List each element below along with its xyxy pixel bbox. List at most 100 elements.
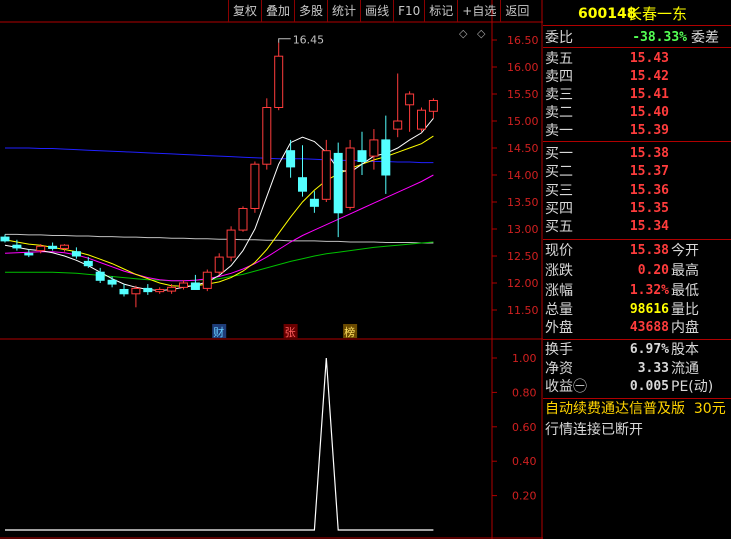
candle [71,247,81,259]
candle [298,145,307,197]
toolbar-multistock-button[interactable]: 多股 [294,0,327,22]
candle [393,73,403,138]
candle-body [286,150,296,168]
toolbar-fuquan-button[interactable]: 复权 [228,0,261,22]
quote-label: 总量 [545,302,573,318]
toolbar-back-button[interactable]: 返回 [500,0,533,22]
divider [543,47,731,48]
weibi-value: -38.33% [632,30,687,45]
candle-body [48,245,58,249]
quote-row: 现价 15.38 今开 [543,242,731,260]
candle-body [262,107,272,165]
candle [24,249,34,258]
price-tick-label: 12.00 [507,277,539,290]
expand-icon: ◇ [477,27,486,40]
chart-area[interactable]: 16.50 16.00 15.50 15.00 14.50 14.00 13.50 13.00… [0,0,543,539]
candle-body [167,286,177,292]
buy-label: 买四 [545,201,573,217]
divider [543,398,731,399]
price-axis: 16.50 16.00 15.50 15.00 14.50 14.00 13.50 13.00… [492,34,539,317]
buy-label: 买五 [545,219,573,235]
toolbar-add-watchlist-button[interactable]: +自选 [457,0,500,22]
candle [274,42,284,111]
fund-label: 净资 [545,361,573,377]
ma250-line [5,233,434,244]
fund-row: 净资 3.33 流通 [543,360,731,378]
buy-row: 买三 15.36 [543,182,731,200]
toolbar-f10-button[interactable]: F10 [393,0,424,22]
fund-label: 换手 [545,342,573,358]
candle-body [119,288,129,295]
quote-row: 涨幅 1.32% 最低 [543,282,731,300]
peak-marker [278,38,291,43]
candle [262,98,272,170]
candle [381,115,391,194]
candle-body [83,260,93,267]
candle-body [179,282,188,288]
price-tick-label: 16.00 [507,61,539,74]
buy-price: 15.35 [629,201,669,216]
connection-status: 行情连接已断开 [543,421,731,439]
candle-body [36,245,46,252]
candle-body [405,93,415,106]
price-tick-label: 13.50 [507,196,539,209]
promo-banner[interactable]: 自动续费通达信普及版 30元 [543,400,731,418]
candle-body [214,256,224,273]
candle-body [107,279,117,285]
event-marker: 财 [213,325,224,339]
candle-body [155,288,165,293]
sell-label: 卖五 [545,51,573,67]
weibi-row: 委比 -38.33% 委差 [543,29,731,47]
buy-row: 买二 15.37 [543,163,731,181]
candle-body [12,244,22,249]
quote-row: 总量 98616 量比 [543,301,731,319]
price-tick-label: 11.50 [507,304,539,317]
candle [155,287,165,294]
sell-row: 卖五 15.43 [543,50,731,68]
candle [286,139,296,178]
quote-row: 外盘 43688 内盘 [543,319,731,337]
sell-price: 15.42 [629,69,669,84]
sell-price: 15.43 [629,51,669,66]
toolbar: 复权 叠加 多股 统计 画线 F10 标记 +自选 返回 [228,0,533,22]
buy-price: 15.37 [629,164,669,179]
indicator-line [5,357,434,531]
sell-price: 15.40 [629,105,669,120]
sell-label: 卖二 [545,105,573,121]
indicator-tick-label: 0.80 [512,386,537,399]
fund-label2: PE(动) [671,379,714,395]
toolbar-draw-button[interactable]: 画线 [360,0,393,22]
toolbar-overlay-button[interactable]: 叠加 [261,0,294,22]
candle [345,139,355,211]
quote-label2: 最高 [671,263,699,279]
sell-row: 卖三 15.41 [543,86,731,104]
toolbar-mark-button[interactable]: 标记 [424,0,457,22]
quote-label2: 最低 [671,283,699,299]
candle [369,129,379,170]
fund-value: 0.005 [629,379,669,394]
buy-price: 15.38 [629,146,669,161]
candle-body [60,244,69,249]
price-tick-label: 16.50 [507,34,539,47]
price-tick-label: 13.00 [507,223,539,236]
quote-value: 43688 [629,320,669,335]
candle-body [190,282,200,290]
candle-body [357,150,367,162]
event-marker: 张 [285,326,296,339]
quote-value: 0.20 [637,263,669,278]
candle [143,284,153,295]
candle [202,269,212,292]
buy-label: 买一 [545,146,573,162]
sell-price: 15.39 [629,123,669,138]
sell-label: 卖一 [545,123,573,139]
candle-body [309,198,319,207]
sell-row: 卖四 15.42 [543,68,731,86]
toolbar-stats-button[interactable]: 统计 [327,0,360,22]
stock-name: 长春一东 [627,5,688,23]
candle [48,242,58,251]
weibi-label: 委比 [545,30,573,46]
candle-body [428,99,438,112]
quote-value: 1.32% [629,283,669,298]
candle-body [417,109,426,130]
promo-text: 自动续费通达信普及版 30元 [545,401,726,417]
